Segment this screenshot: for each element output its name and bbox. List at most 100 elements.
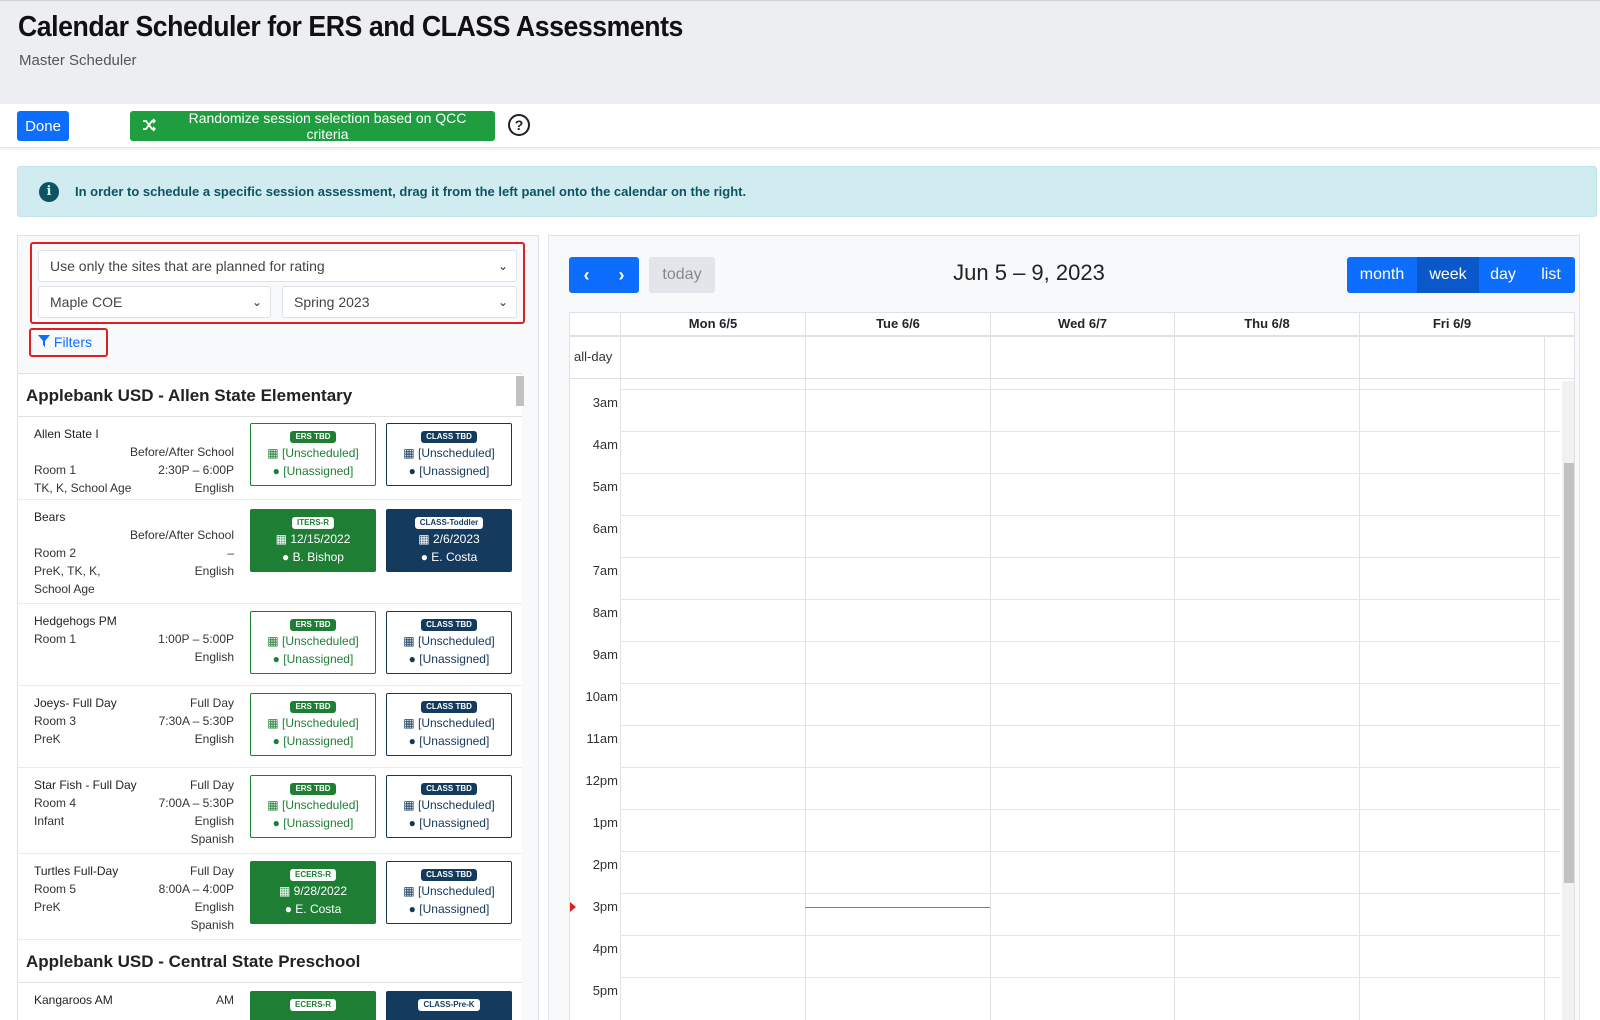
calendar-nav: ‹ › (569, 257, 639, 293)
toolbar: Done Randomize session selection based o… (0, 104, 1600, 148)
hour-line (620, 683, 1560, 684)
info-icon: i (39, 181, 59, 202)
ers-session-card[interactable]: ERS TBD ▦ [Unscheduled] ● [Unassigned] (250, 693, 376, 756)
shuffle-icon (142, 117, 157, 135)
time-label: 3am (592, 395, 618, 410)
session-assessor: [Unassigned] (419, 464, 490, 478)
hour-line (620, 641, 1560, 642)
class-row: Hedgehogs PM Room 1 1:00P – 5:00P English… (18, 604, 522, 686)
session-assessor: [Unassigned] (419, 734, 490, 748)
day-header: Wed 6/7 (990, 313, 1174, 335)
ers-badge: ECERS-R (289, 999, 336, 1011)
class-room: Room 5 (34, 882, 77, 896)
randomize-label: Randomize session selection based on QCC… (188, 110, 467, 142)
day-header: Thu 6/8 (1174, 313, 1359, 335)
list-scrollbar[interactable] (516, 376, 524, 406)
time-label: 5am (592, 479, 618, 494)
site-mode-select[interactable]: Use only the sites that are planned for … (38, 250, 517, 282)
ers-session-card[interactable]: ITERS-R ▦ 12/15/2022 ● B. Bishop (250, 509, 376, 572)
hour-line (620, 725, 1560, 726)
calendar-icon: ▦ (403, 798, 415, 812)
class-session-card[interactable]: CLASS TBD ▦ [Unscheduled] ● [Unassigned] (386, 611, 512, 674)
class-time: 2:30P – 6:00P (158, 463, 234, 477)
ers-session-card[interactable]: ECERS-R (250, 991, 376, 1020)
class-time: – (227, 546, 234, 560)
page-header: Calendar Scheduler for ERS and CLASS Ass… (0, 0, 1600, 104)
class-row: Kangaroos AM AM ECERS-R CLASS-Pre-K (18, 983, 522, 1020)
session-date: [Unscheduled] (281, 798, 359, 812)
agency-value: Maple COE (50, 294, 123, 310)
calendar-icon: ▦ (418, 532, 430, 546)
calendar-icon: ▦ (267, 634, 279, 648)
chevron-right-icon[interactable]: › (604, 257, 639, 293)
page-title: Calendar Scheduler for ERS and CLASS Ass… (18, 11, 683, 43)
session-assessor: [Unassigned] (283, 734, 354, 748)
time-label: 5pm (592, 983, 618, 998)
site-header: Applebank USD - Central State Preschool (18, 940, 522, 983)
class-info: Turtles Full-Day Full Day Room 5 8:00A – 4… (34, 862, 234, 934)
class-row: Bears Before/After School Room 2 – PreK, … (18, 500, 522, 604)
view-week-button[interactable]: week (1417, 257, 1479, 293)
ers-session-card[interactable]: ECERS-R ▦ 9/28/2022 ● E. Costa (250, 861, 376, 924)
user-icon: ● (420, 550, 428, 564)
session-date: 12/15/2022 (290, 532, 351, 546)
class-room: Room 4 (34, 796, 77, 810)
session-assessor: [Unassigned] (283, 652, 354, 666)
class-session-card[interactable]: CLASS TBD ▦ [Unscheduled] ● [Unassigned] (386, 861, 512, 924)
class-session-card[interactable]: CLASS TBD ▦ [Unscheduled] ● [Unassigned] (386, 775, 512, 838)
chevron-left-icon[interactable]: ‹ (569, 257, 604, 293)
today-button[interactable]: today (649, 257, 715, 293)
class-ages: PreK, TK, K, (34, 564, 101, 578)
term-value: Spring 2023 (294, 294, 370, 310)
class-session-card[interactable]: CLASS-Toddler ▦ 2/6/2023 ● E. Costa (386, 509, 512, 572)
randomize-button[interactable]: Randomize session selection based on QCC… (130, 110, 495, 142)
hour-line (620, 935, 1560, 936)
class-language: English (194, 814, 234, 828)
class-ages: TK, K, School Age (34, 481, 132, 495)
time-grid[interactable]: 3am 4am 5am 6am 7am 8am 9am 10am 11am 12… (570, 381, 1574, 1020)
class-ages-cont: School Age (34, 582, 95, 596)
agency-select[interactable]: Maple COE ⌄ (38, 286, 271, 318)
view-day-button[interactable]: day (1479, 257, 1527, 293)
class-row: Star Fish - Full Day Full Day Room 4 7:00A… (18, 768, 522, 854)
allday-row[interactable]: all-day (570, 337, 1574, 379)
class-name: Hedgehogs PM (34, 614, 117, 628)
day-header: Fri 6/9 (1359, 313, 1544, 335)
calendar-icon: ▦ (267, 446, 279, 460)
view-month-button[interactable]: month (1347, 257, 1417, 293)
class-schedule: Before/After School (129, 528, 234, 542)
hour-line (620, 977, 1560, 978)
class-name: Star Fish - Full Day (34, 778, 137, 792)
session-date: [Unscheduled] (281, 716, 359, 730)
calendar-title: Jun 5 – 9, 2023 (953, 260, 1105, 285)
done-button[interactable]: Done (17, 111, 69, 141)
class-session-card[interactable]: CLASS-Pre-K (386, 991, 512, 1020)
session-assessor: [Unassigned] (283, 816, 354, 830)
ers-session-card[interactable]: ERS TBD ▦ [Unscheduled] ● [Unassigned] (250, 611, 376, 674)
now-indicator-line (805, 907, 990, 908)
time-label: 2pm (592, 857, 618, 872)
calendar-icon: ▦ (267, 716, 279, 730)
calendar-panel: ‹ › today Jun 5 – 9, 2023 month week day… (548, 235, 1580, 1020)
hour-line (620, 809, 1560, 810)
ers-session-card[interactable]: ERS TBD ▦ [Unscheduled] ● [Unassigned] (250, 775, 376, 838)
class-time: 8:00A – 4:00P (158, 882, 234, 896)
calendar-icon: ▦ (267, 798, 279, 812)
filters-link[interactable]: Filters (29, 328, 108, 357)
class-name: Turtles Full-Day (34, 864, 119, 878)
view-list-button[interactable]: list (1527, 257, 1575, 293)
calendar-scroll-thumb[interactable] (1564, 463, 1574, 883)
term-select[interactable]: Spring 2023 ⌄ (282, 286, 517, 318)
user-icon: ● (282, 550, 290, 564)
session-date: [Unscheduled] (417, 798, 495, 812)
class-session-card[interactable]: CLASS TBD ▦ [Unscheduled] ● [Unassigned] (386, 423, 512, 486)
session-assessor: [Unassigned] (283, 464, 354, 478)
class-schedule: Before/After School (129, 445, 234, 459)
class-session-card[interactable]: CLASS TBD ▦ [Unscheduled] ● [Unassigned] (386, 693, 512, 756)
help-icon[interactable]: ? (508, 114, 530, 136)
class-badge: CLASS-Toddler (414, 517, 484, 529)
class-badge: CLASS TBD (421, 869, 477, 881)
ers-session-card[interactable]: ERS TBD ▦ [Unscheduled] ● [Unassigned] (250, 423, 376, 486)
user-icon: ● (408, 652, 416, 666)
class-room: Room 2 (34, 546, 77, 560)
